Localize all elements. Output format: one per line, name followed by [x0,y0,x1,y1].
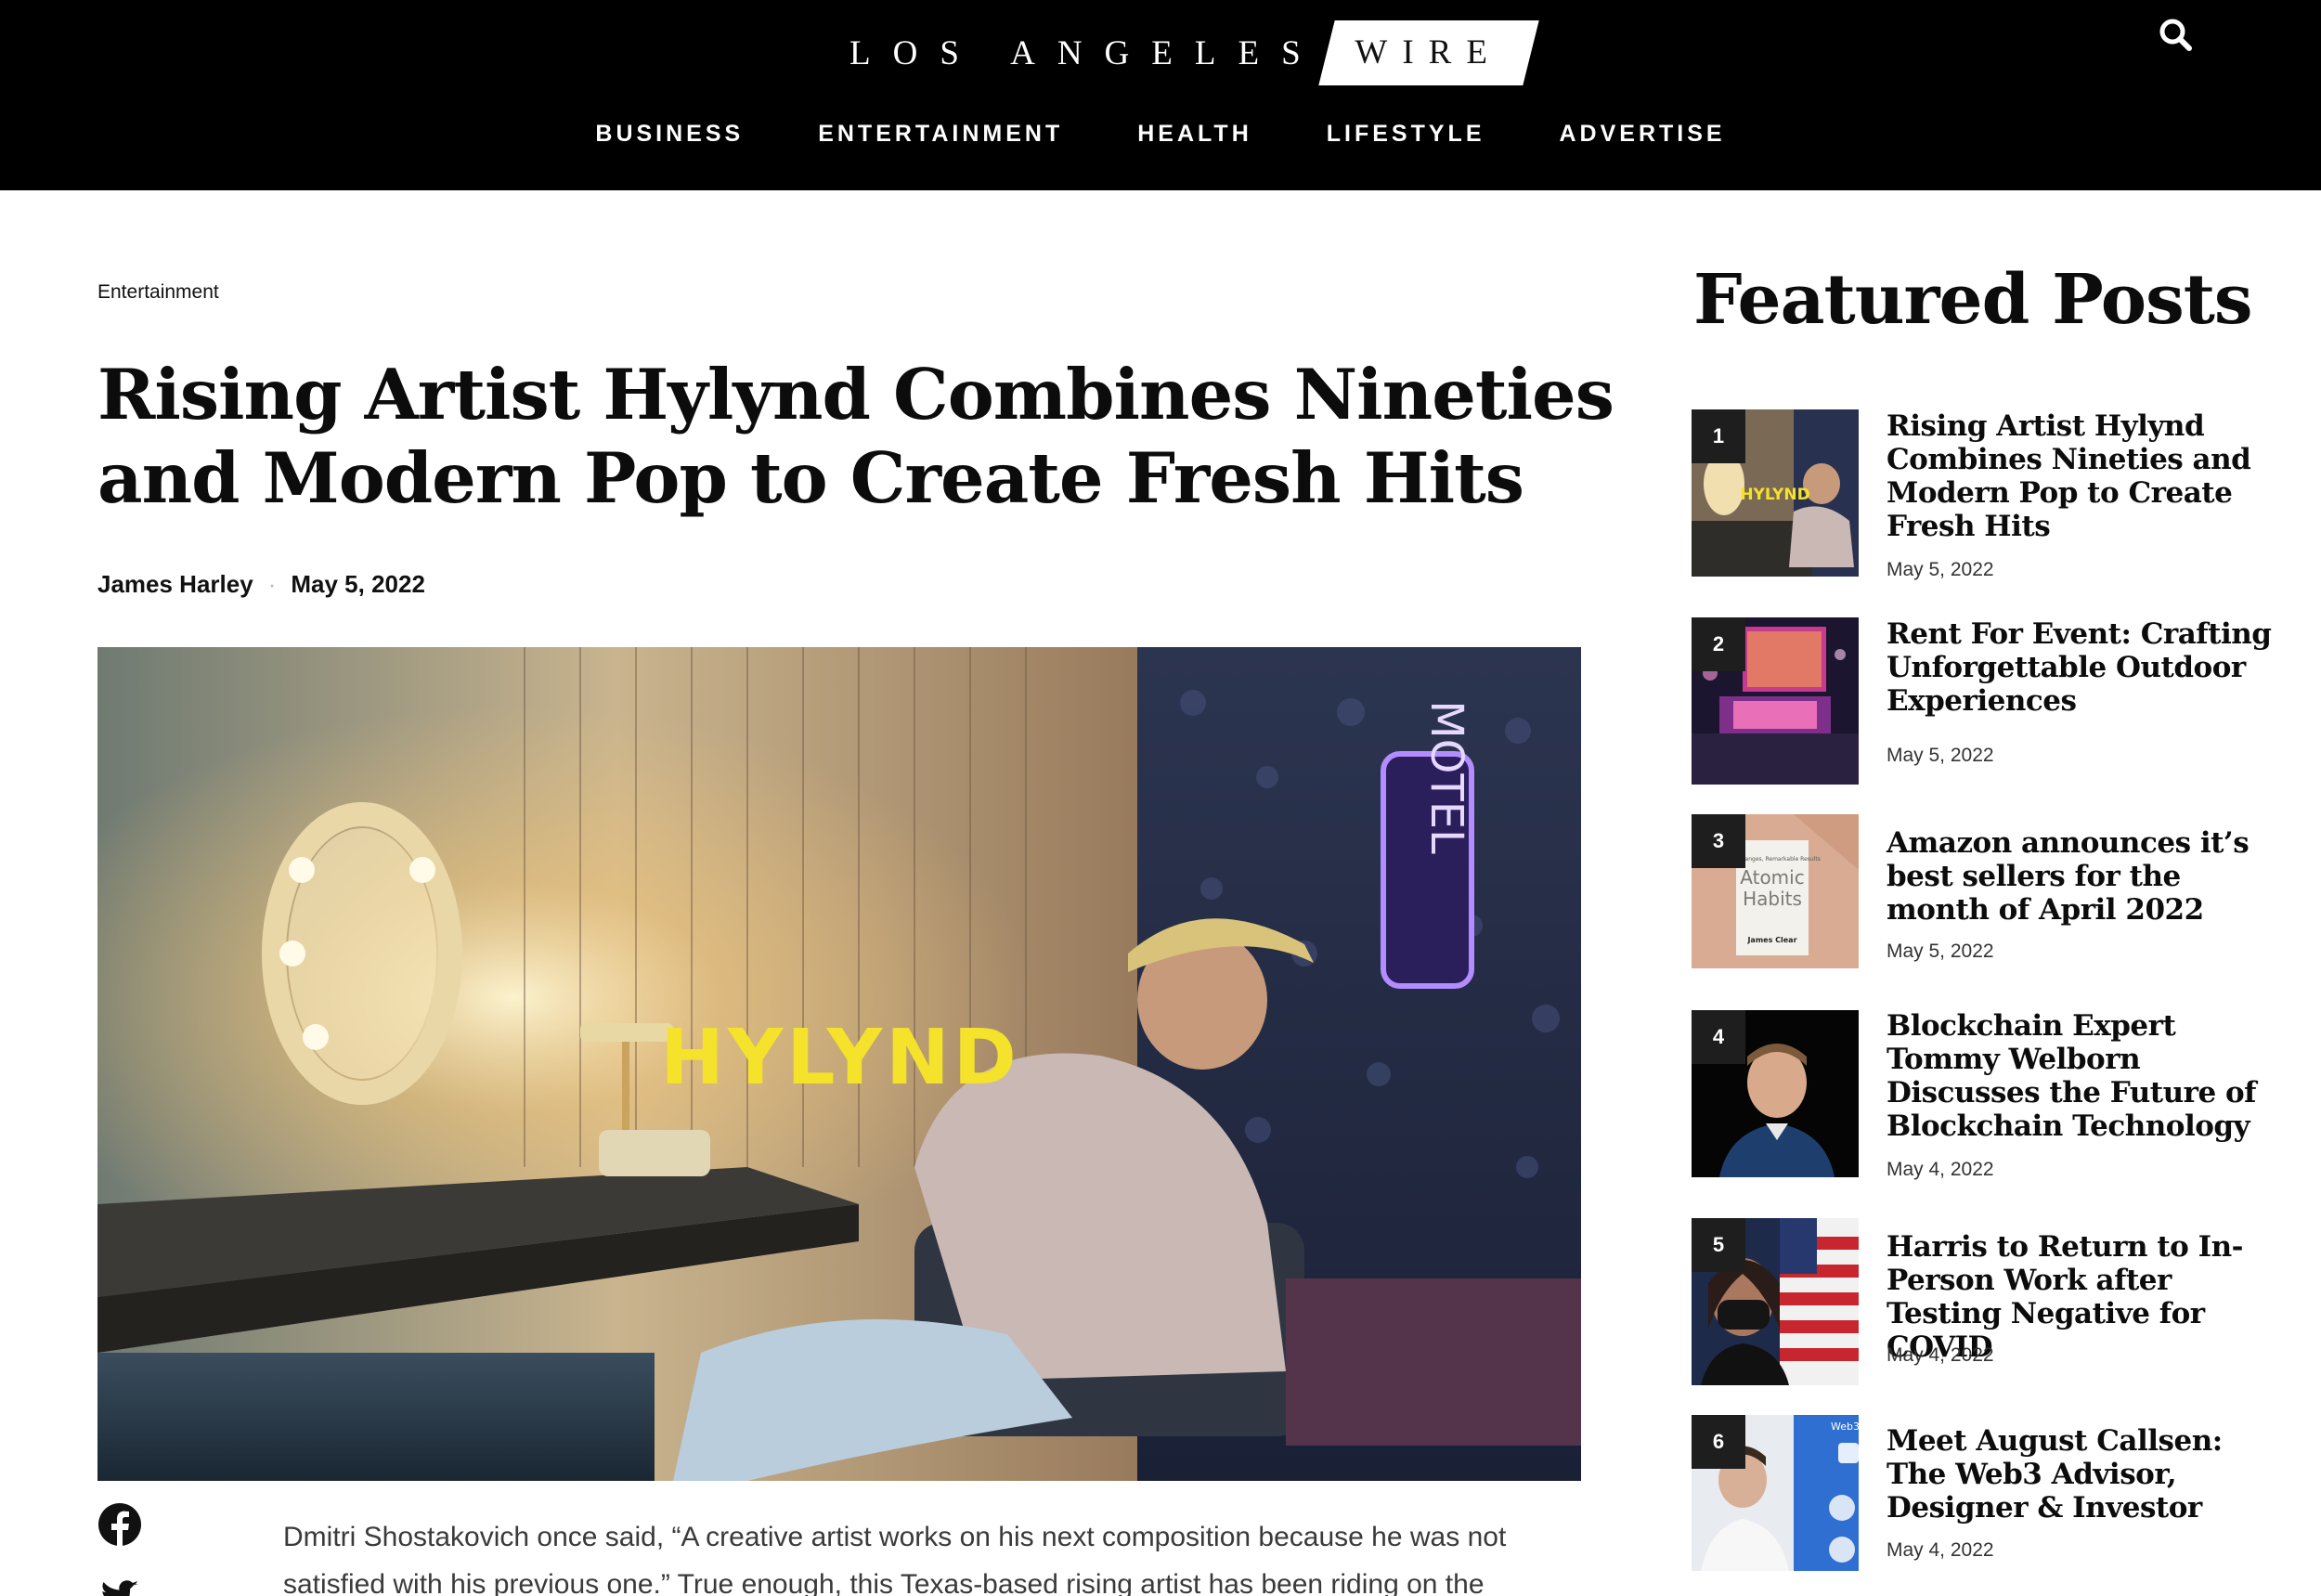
featured-post-number: 2 [1692,617,1745,671]
featured-post-thumbnail[interactable]: 2 [1692,617,1859,785]
search-icon[interactable] [2154,13,2198,58]
meta-separator: · [267,570,277,598]
featured-post-title[interactable]: Rising Artist Hylynd Combines Nineties a… [1887,409,2276,543]
svg-text:HYLYND: HYLYND [1740,486,1809,504]
site-logo[interactable]: LOS ANGELES WIRE [849,20,1539,85]
svg-text:Habits: Habits [1743,888,1802,910]
featured-post-title[interactable]: Blockchain Expert Tommy Welborn Discusse… [1887,1009,2276,1143]
featured-post-thumbnail[interactable]: Web3 Sp 6 [1692,1415,1859,1571]
article-body-paragraph: Dmitri Shostakovich once said, “A creati… [283,1522,1507,1596]
nav-item-lifestyle[interactable]: LIFESTYLE [1327,121,1485,148]
facebook-icon[interactable] [97,1502,142,1547]
article-category-link[interactable]: Entertainment [97,281,219,304]
featured-post-date: May 5, 2022 [1887,559,1994,580]
featured-posts-heading: Featured Posts [1693,260,2253,340]
logo-wire-badge: WIRE [1317,20,1539,85]
share-bar [97,1502,144,1596]
logo-text-wire: WIRE [1355,33,1502,71]
featured-post-date: May 4, 2022 [1887,1159,1994,1180]
svg-text:Atomic: Atomic [1740,866,1804,889]
article-meta: James Harley · May 5, 2022 [97,570,425,599]
site-header: LOS ANGELES WIRE BUSINESS ENTERTAINMENT … [0,0,2321,190]
featured-post-number: 6 [1692,1415,1745,1469]
featured-post-date: May 4, 2022 [1887,1344,1994,1366]
twitter-icon[interactable] [97,1573,142,1596]
featured-post-thumbnail[interactable]: 5 [1692,1218,1859,1385]
featured-post-title[interactable]: Meet August Callsen: The Web3 Advisor, D… [1887,1424,2276,1525]
featured-post-number: 3 [1692,814,1745,868]
featured-post-title[interactable]: Rent For Event: Crafting Unforgettable O… [1887,617,2276,718]
nav-item-business[interactable]: BUSINESS [595,121,744,148]
svg-text:HYLYND: HYLYND [660,1014,1020,1102]
featured-post-number: 1 [1692,409,1745,463]
svg-text:Web3 Sp: Web3 Sp [1831,1421,1859,1433]
featured-post-thumbnail[interactable]: Tiny Changes, Remarkable Results Atomic … [1692,814,1859,968]
featured-post-number: 4 [1692,1010,1745,1064]
featured-post-date: May 5, 2022 [1887,745,1994,766]
article-title: Rising Artist Hylynd Combines Nineties a… [97,354,1614,519]
featured-post-title[interactable]: Amazon announces it’s best sellers for t… [1887,826,2276,927]
article-date: May 5, 2022 [291,570,425,598]
svg-text:MOTEL: MOTEL [1420,700,1472,854]
article-hero-image: MOTEL HYLYND [97,647,1581,1481]
nav-item-advertise[interactable]: ADVERTISE [1560,121,1726,148]
featured-post-thumbnail[interactable]: HYLYND 1 [1692,409,1859,577]
nav-item-health[interactable]: HEALTH [1137,121,1252,148]
featured-post-number: 5 [1692,1218,1745,1272]
nav-item-entertainment[interactable]: ENTERTAINMENT [818,121,1063,148]
main-nav: BUSINESS ENTERTAINMENT HEALTH LIFESTYLE … [0,121,2321,148]
featured-post-date: May 4, 2022 [1887,1539,1994,1561]
featured-post-thumbnail[interactable]: 4 [1692,1010,1859,1177]
article-author[interactable]: James Harley [97,570,253,599]
svg-text:James Clear: James Clear [1746,936,1796,944]
featured-post-date: May 5, 2022 [1887,941,1994,962]
logo-text-los-angeles: LOS ANGELES [849,33,1323,72]
